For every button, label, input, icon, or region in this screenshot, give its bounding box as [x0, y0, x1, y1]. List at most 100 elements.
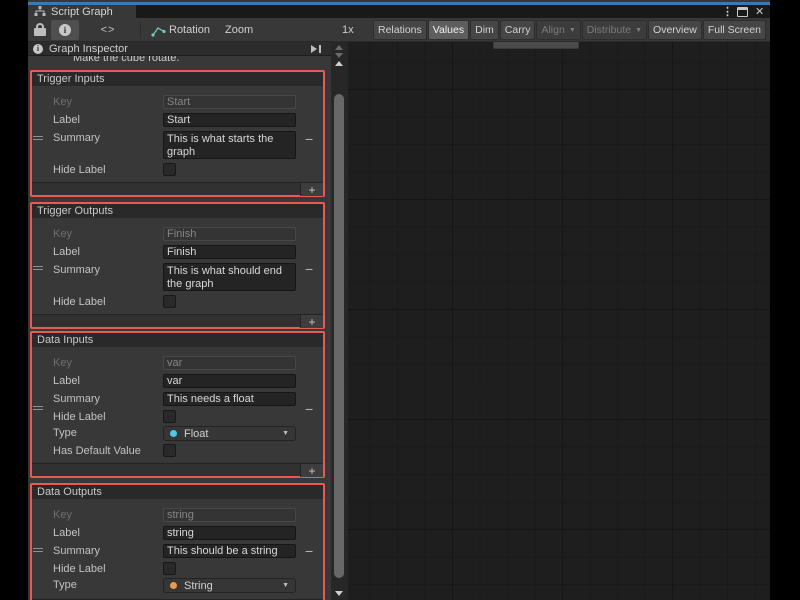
toolbar-button-full-screen[interactable]: Full Screen [703, 20, 766, 40]
zoom-label: Zoom [225, 24, 253, 36]
section-data-outputs: Data OutputsKeyLabelSummaryHide LabelTyp… [30, 483, 325, 600]
remove-item-button[interactable]: − [305, 133, 313, 145]
inspector-title: Graph Inspector [49, 43, 128, 55]
info-icon: i [59, 24, 71, 36]
toolbar-button-label: Values [433, 24, 464, 36]
graph-inspector-header[interactable]: i Graph Inspector [28, 42, 331, 56]
toolbar-button-dim[interactable]: Dim [470, 20, 499, 40]
field-summary[interactable] [163, 131, 296, 159]
checkbox-hide-label[interactable] [163, 562, 176, 575]
field-label[interactable] [163, 245, 296, 259]
type-dropdown[interactable]: Float ▼ [163, 426, 296, 441]
toolbar-button-distribute[interactable]: Distribute▼ [582, 20, 647, 40]
code-view-button[interactable]: <> [86, 20, 130, 40]
field-summary[interactable] [163, 263, 296, 291]
section-trigger-inputs: Trigger InputsKeyLabelSummaryHide Label+… [30, 70, 325, 197]
checkbox-has-default-value[interactable] [163, 444, 176, 457]
toolbar-buttons: Relations Values Dim Carry Align▼Distribute▼… [373, 20, 766, 40]
field-row-label: Label [32, 113, 323, 127]
toolbar-button-label: Distribute [587, 24, 631, 36]
remove-item-button[interactable]: − [305, 545, 313, 557]
field-label: Label [53, 526, 163, 540]
field-label: Key [53, 95, 163, 109]
window-menu-button[interactable]: ⋮ [722, 5, 733, 18]
desktop-background: Script Graph ⋮ ✕ i <> Rotation [0, 0, 800, 600]
section-header: Trigger Outputs [32, 204, 323, 218]
scroll-down-icon[interactable] [335, 591, 343, 596]
toolbar-button-label: Carry [505, 24, 531, 36]
toolbar-button-relations[interactable]: Relations [373, 20, 427, 40]
remove-item-button[interactable]: − [305, 403, 313, 415]
field-label: Summary [53, 544, 163, 558]
drag-handle-icon[interactable] [33, 266, 43, 272]
field-row-hide-label: Hide Label [32, 562, 323, 575]
toolbar-button-carry[interactable]: Carry [500, 20, 536, 40]
add-item-button[interactable]: + [300, 315, 323, 328]
tab-title: Script Graph [51, 6, 113, 18]
field-label: Key [53, 227, 163, 241]
tab-bar: Script Graph ⋮ ✕ [28, 5, 770, 18]
zoom-value: 1x [342, 24, 354, 36]
drag-handle-icon[interactable] [33, 548, 43, 554]
scroll-step-up-icon[interactable] [335, 45, 343, 50]
field-key[interactable] [163, 227, 296, 241]
field-label[interactable] [163, 113, 296, 127]
remove-item-button[interactable]: − [305, 263, 313, 275]
graph-toolbar: i <> Rotation Zoom 1x RelationsValuesDim… [28, 18, 770, 42]
list-footer: + [32, 463, 323, 476]
field-row-label: Label [32, 526, 323, 540]
checkbox-hide-label[interactable] [163, 295, 176, 308]
toolbar-button-label: Dim [475, 24, 494, 36]
scroll-up-icon[interactable] [335, 61, 343, 66]
scrollbar-thumb[interactable] [334, 94, 344, 578]
section-data-inputs: Data Inputs Key Label Summary Hide Label Type… [30, 331, 325, 478]
align-dropdown-stub [493, 42, 579, 49]
field-label: Summary [53, 392, 163, 406]
checkbox-hide-label[interactable] [163, 163, 176, 176]
drag-handle-icon[interactable] [33, 406, 43, 412]
field-row-has-default-value: Has Default Value [32, 444, 323, 457]
field-row-type: Type Float ▼ [32, 426, 323, 441]
field-label: Has Default Value [53, 444, 163, 458]
field-key[interactable] [163, 356, 296, 370]
toolbar-button-label: Align [541, 24, 564, 36]
field-summary[interactable] [163, 544, 296, 558]
field-label: Key [53, 356, 163, 370]
window-close-button[interactable]: ✕ [755, 5, 764, 18]
type-dropdown[interactable]: String▼ [163, 578, 296, 593]
toolbar-button-values[interactable]: Values [428, 20, 469, 40]
chevron-down-icon: ▼ [282, 430, 289, 437]
field-label[interactable] [163, 374, 296, 388]
toolbar-button-label: Overview [653, 24, 697, 36]
drag-handle-icon[interactable] [33, 136, 43, 142]
toolbar-button-align[interactable]: Align▼ [536, 20, 580, 40]
field-label[interactable] [163, 526, 296, 540]
field-key[interactable] [163, 95, 296, 109]
section-header: Data Inputs [32, 333, 323, 347]
field-summary[interactable] [163, 392, 296, 406]
graph-canvas[interactable] [348, 42, 770, 600]
toolbar-button-label: Relations [378, 24, 422, 36]
tab-script-graph[interactable]: Script Graph [28, 5, 136, 18]
add-item-button[interactable]: + [300, 183, 323, 196]
field-label: Hide Label [53, 163, 163, 177]
field-key[interactable] [163, 508, 296, 522]
window-maximize-button[interactable] [737, 5, 748, 18]
field-label: Type [53, 426, 163, 440]
field-row-label: Label [32, 374, 323, 388]
list-footer: + [32, 314, 323, 327]
type-value: Float [184, 428, 208, 440]
field-row-summary: Summary [32, 544, 323, 558]
checkbox-hide-label[interactable] [163, 410, 176, 423]
lock-button[interactable] [31, 20, 49, 40]
toolbar-button-overview[interactable]: Overview [648, 20, 702, 40]
inspector-toggle-button[interactable]: i [51, 20, 79, 40]
add-item-button[interactable]: + [300, 464, 323, 477]
field-label: Summary [53, 263, 163, 277]
dock-panel-icon[interactable] [311, 45, 321, 53]
scroll-step-down-icon[interactable] [335, 53, 343, 58]
field-label: Hide Label [53, 295, 163, 309]
inspector-scrollbar[interactable] [331, 42, 348, 600]
field-row-hide-label: Hide Label [32, 410, 323, 423]
code-icon: <> [101, 24, 116, 36]
